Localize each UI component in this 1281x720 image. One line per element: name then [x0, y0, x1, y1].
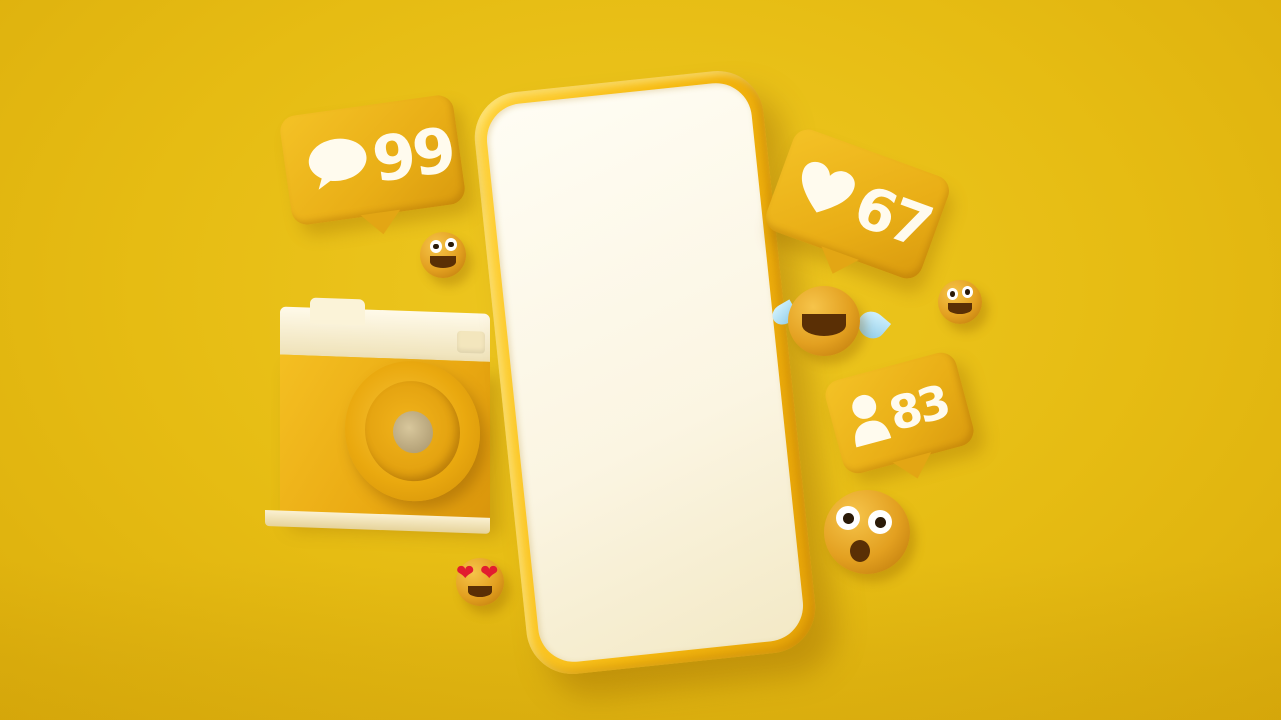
emoji-eye: [836, 506, 860, 530]
camera-flash-bump: [310, 297, 365, 326]
comments-notification: 99: [278, 93, 467, 227]
camera-lens-glass: [393, 410, 433, 454]
emoji-eye: [947, 288, 958, 300]
emoji-mouth: [802, 314, 846, 336]
likes-notification: 67: [761, 125, 954, 283]
followers-count: 83: [883, 374, 954, 442]
emoji-mouth: [468, 586, 492, 597]
emoji-eye: [445, 238, 457, 251]
grinning-emoji-small: [938, 280, 982, 324]
surprised-emoji: [824, 490, 910, 574]
camera-shutter-button: [457, 330, 485, 354]
heart-eyes-emoji: ❤ ❤: [456, 558, 504, 606]
emoji-mouth: [850, 540, 870, 562]
followers-notification: 83: [821, 349, 978, 477]
comments-count: 99: [367, 112, 458, 197]
likes-count: 67: [845, 171, 939, 262]
heart-eye-icon: ❤: [456, 560, 475, 585]
heart-eye-icon: ❤: [480, 560, 499, 585]
phone-screen: [483, 79, 807, 666]
emoji-mouth: [430, 256, 456, 268]
emoji-eye: [430, 240, 442, 253]
grinning-emoji: [420, 232, 466, 278]
emoji-eye: [868, 510, 892, 534]
camera: [265, 296, 495, 536]
smartphone: [470, 66, 820, 679]
emoji-eye: [962, 286, 973, 298]
heart-icon: [787, 155, 861, 228]
emoji-mouth: [948, 303, 972, 314]
speech-bubble-icon: [304, 132, 373, 197]
scene: 99 67 83 ❤ ❤: [0, 0, 1281, 720]
tears-of-joy-emoji: [788, 286, 860, 356]
camera-lens-ring: [365, 379, 460, 483]
